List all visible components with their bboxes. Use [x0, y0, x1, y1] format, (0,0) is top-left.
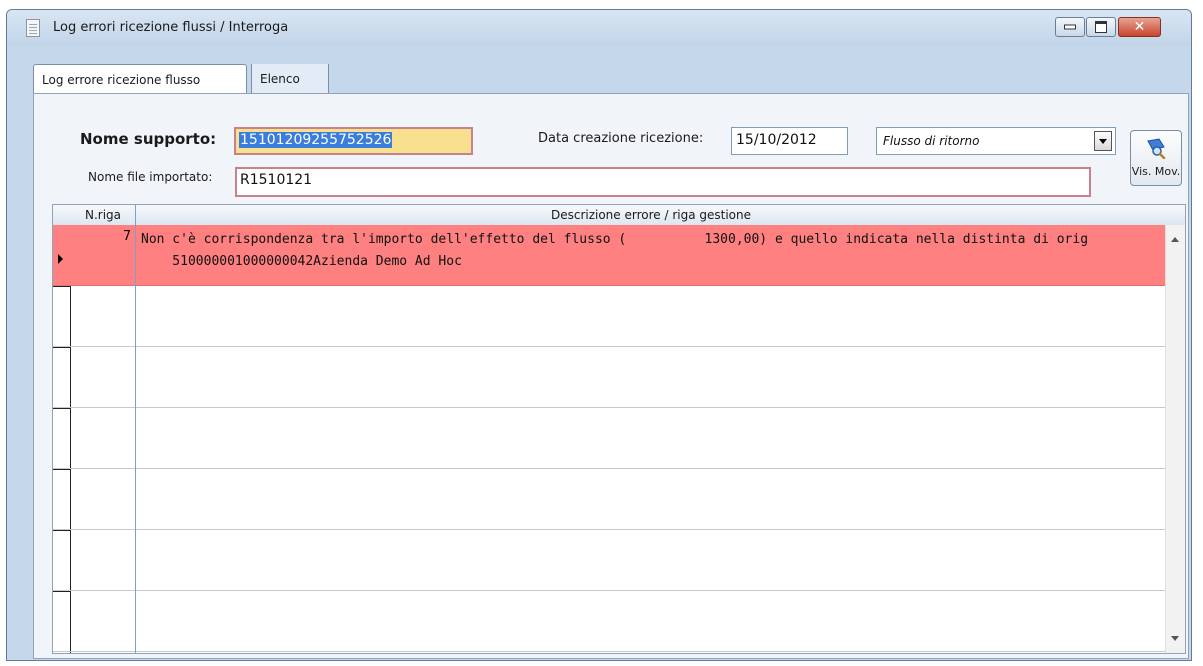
- tab-elenco[interactable]: Elenco: [251, 64, 329, 94]
- empty-row[interactable]: [53, 286, 1166, 347]
- empty-row[interactable]: [53, 530, 1166, 591]
- window-title: Log errori ricezione flussi / Interroga: [53, 20, 289, 35]
- close-icon: ✕: [1133, 19, 1146, 35]
- nome-file-label: Nome file importato:: [88, 170, 213, 184]
- row-divider: [53, 286, 71, 287]
- row-number: 7: [123, 229, 131, 244]
- row-divider: [53, 347, 71, 348]
- nome-file-field[interactable]: R1510121: [235, 167, 1091, 197]
- empty-row[interactable]: [53, 347, 1166, 408]
- row-divider: [53, 591, 71, 592]
- column-divider: [135, 205, 136, 653]
- row-divider: [53, 469, 71, 470]
- empty-row[interactable]: [53, 591, 1166, 652]
- row-divider: [53, 530, 71, 531]
- tab-strip: Log errore ricezione flusso Elenco: [7, 46, 1191, 95]
- data-creazione-label: Data creazione ricezione:: [538, 131, 704, 146]
- vertical-scrollbar[interactable]: [1165, 225, 1185, 653]
- tipo-flusso-value: Flusso di ritorno: [883, 134, 980, 148]
- nome-supporto-field[interactable]: 15101209255752526: [234, 127, 473, 155]
- row-description-line1: Non c'è corrispondenza tra l'importo del…: [141, 232, 1089, 247]
- title-bar[interactable]: Log errori ricezione flussi / Interroga …: [7, 10, 1191, 46]
- column-header-nriga[interactable]: N.riga: [71, 208, 135, 222]
- error-grid: N.riga Descrizione errore / riga gestion…: [52, 204, 1186, 654]
- current-row-indicator-icon: [58, 254, 63, 264]
- tipo-flusso-select[interactable]: Flusso di ritorno: [876, 127, 1116, 155]
- empty-row[interactable]: [53, 408, 1166, 469]
- table-row[interactable]: 7 Non c'è corrispondenza tra l'importo d…: [53, 225, 1166, 286]
- dropdown-arrow-icon[interactable]: [1094, 131, 1112, 151]
- data-creazione-field[interactable]: 15/10/2012: [731, 127, 848, 155]
- empty-row[interactable]: [53, 469, 1166, 530]
- scroll-up-icon[interactable]: [1171, 237, 1179, 242]
- vis-mov-button[interactable]: Vis. Mov.: [1130, 130, 1182, 186]
- row-description-line2: 510000001000000042Azienda Demo Ad Hoc: [141, 254, 462, 269]
- nome-supporto-value: 15101209255752526: [239, 132, 393, 148]
- vis-mov-label: Vis. Mov.: [1131, 165, 1181, 178]
- maximize-button[interactable]: [1086, 17, 1116, 37]
- scroll-down-icon[interactable]: [1171, 636, 1179, 641]
- nome-supporto-label: Nome supporto:: [80, 130, 217, 148]
- maximize-icon: [1095, 21, 1107, 33]
- row-description: Non c'è corrispondenza tra l'importo del…: [141, 229, 1088, 273]
- main-window: Log errori ricezione flussi / Interroga …: [6, 9, 1192, 661]
- close-button[interactable]: ✕: [1118, 17, 1161, 37]
- row-divider: [53, 408, 71, 409]
- tab-panel: Nome supporto: 15101209255752526 Data cr…: [33, 93, 1189, 659]
- magnifier-doc-icon: [1147, 138, 1166, 159]
- minimize-icon: [1064, 24, 1076, 30]
- document-icon: [26, 19, 40, 37]
- column-header-descrizione[interactable]: Descrizione errore / riga gestione: [136, 208, 1166, 222]
- minimize-button[interactable]: [1055, 17, 1085, 37]
- tab-log-errore[interactable]: Log errore ricezione flusso: [33, 64, 247, 95]
- grid-header: N.riga Descrizione errore / riga gestion…: [53, 205, 1185, 226]
